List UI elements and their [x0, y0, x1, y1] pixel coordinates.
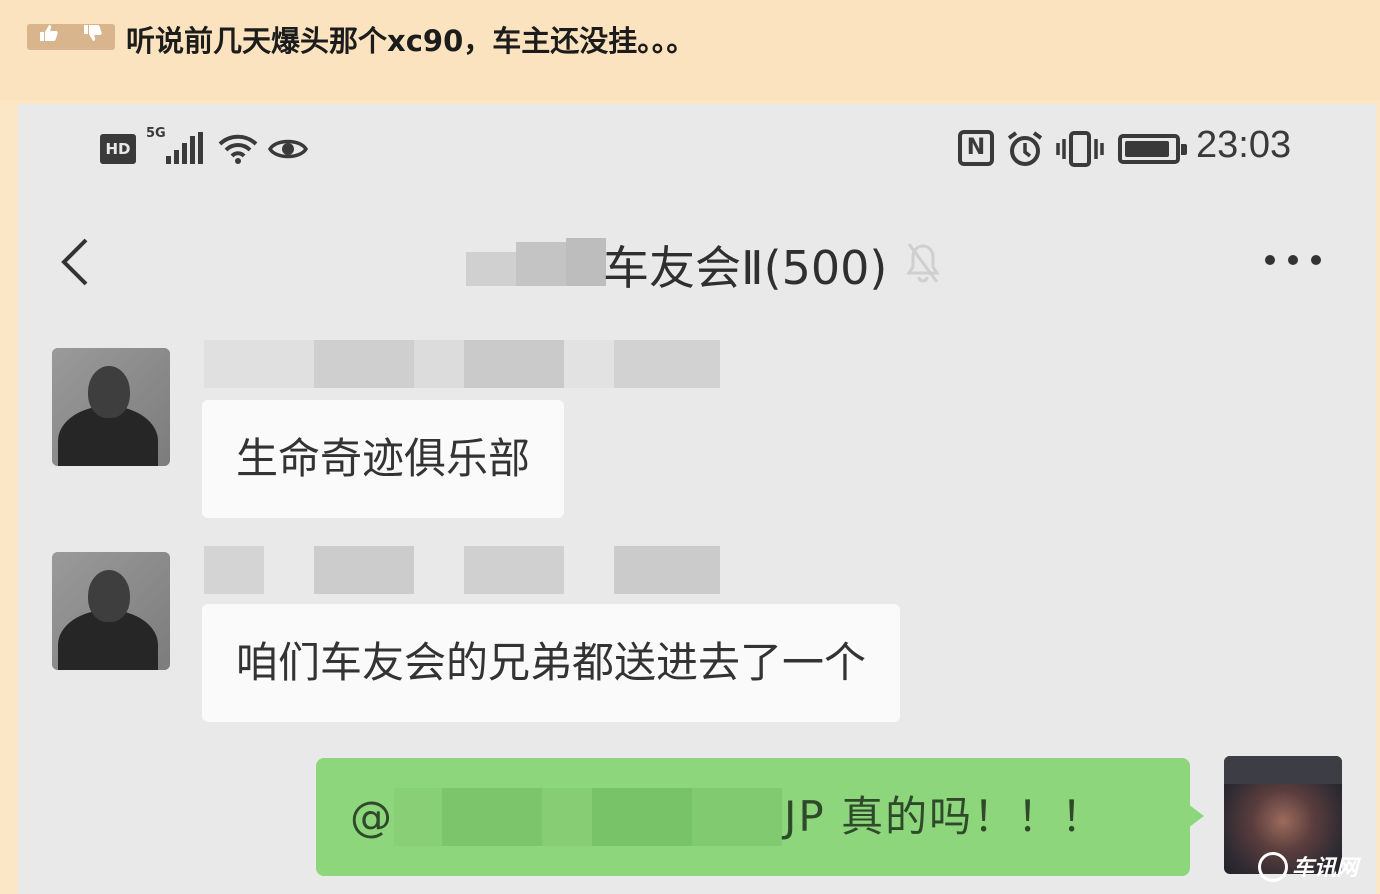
post-title: 听说前几天爆头那个xc90，车主还没挂。。。 [126, 24, 696, 58]
thumbs-up-icon[interactable] [39, 24, 59, 50]
hd-icon: HD [100, 134, 136, 164]
nfc-icon: N [958, 130, 994, 166]
network-type-label: 5G [146, 126, 166, 141]
more-options-icon[interactable] [1262, 252, 1324, 268]
vote-buttons[interactable] [27, 24, 115, 50]
sender-name-redacted [204, 340, 720, 388]
vibrate-icon [1056, 130, 1104, 168]
battery-icon [1118, 134, 1187, 164]
wifi-icon [218, 132, 258, 166]
back-arrow-icon[interactable] [56, 234, 96, 290]
mention-name-redacted [394, 788, 782, 846]
status-bar: HD 5G N 23:03 [18, 104, 1376, 194]
post-header: 听说前几天爆头那个xc90，车主还没挂。。。 [0, 0, 1380, 100]
eye-icon [267, 136, 309, 162]
thumbs-down-icon[interactable] [83, 24, 103, 50]
status-time: 23:03 [1196, 124, 1292, 166]
avatar[interactable] [52, 348, 170, 466]
message-bubble[interactable]: 生命奇迹俱乐部 [202, 400, 565, 518]
avatar[interactable] [52, 552, 170, 670]
chat-screenshot: HD 5G N 23:03 车友会Ⅱ(500) 生命奇迹俱乐部 咱们车友会的兄弟… [18, 104, 1376, 894]
title-redacted-block [466, 238, 606, 286]
mention-at-sign: @ [350, 792, 392, 841]
chat-title: 车友会Ⅱ(500) [603, 241, 888, 295]
sender-name-redacted [204, 546, 720, 594]
message-bubble[interactable]: 咱们车友会的兄弟都送进去了一个 [202, 604, 901, 722]
message-text: JP 真的吗！！！ [784, 792, 1106, 841]
mute-bell-icon [906, 240, 940, 286]
watermark-text: 车讯网 [1292, 856, 1359, 881]
watermark-logo-icon [1258, 852, 1288, 882]
signal-icon [166, 132, 206, 164]
site-watermark: 车讯网 [1258, 850, 1368, 884]
alarm-icon [1006, 130, 1044, 168]
chat-header: 车友会Ⅱ(500) [18, 204, 1376, 314]
message-bubble-self[interactable]: @ JP 真的吗！！！ [316, 758, 1204, 876]
